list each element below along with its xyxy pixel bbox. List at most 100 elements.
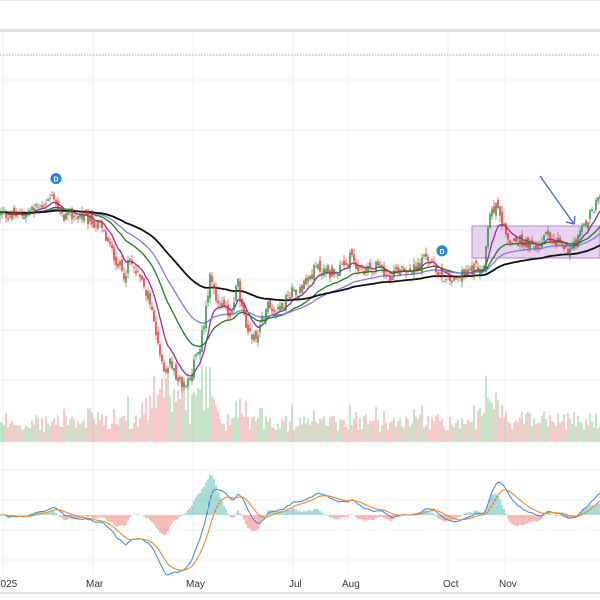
candle-body[interactable] <box>241 298 243 307</box>
candle-body[interactable] <box>57 200 59 209</box>
candle-body[interactable] <box>557 238 559 242</box>
candle-body[interactable] <box>191 374 193 382</box>
candle-body[interactable] <box>343 260 345 266</box>
candle-body[interactable] <box>81 211 83 220</box>
candle-body[interactable] <box>425 253 427 257</box>
candle-body[interactable] <box>249 328 251 332</box>
candle-body[interactable] <box>93 221 95 228</box>
candle-body[interactable] <box>431 259 433 261</box>
candle-body[interactable] <box>213 283 215 289</box>
candle-body[interactable] <box>39 205 41 206</box>
candle-body[interactable] <box>487 227 489 247</box>
candle-body[interactable] <box>163 362 165 372</box>
candle-body[interactable] <box>247 324 249 332</box>
candle-body[interactable] <box>571 247 573 250</box>
candle-body[interactable] <box>471 265 473 275</box>
candle-body[interactable] <box>377 261 379 266</box>
candle-body[interactable] <box>267 301 269 312</box>
candle-body[interactable] <box>489 213 491 228</box>
candle-body[interactable] <box>287 295 289 296</box>
candle-body[interactable] <box>539 245 541 247</box>
candle-body[interactable] <box>455 278 457 280</box>
candle-body[interactable] <box>555 241 557 246</box>
candle-body[interactable] <box>215 286 217 301</box>
candle-body[interactable] <box>553 239 555 244</box>
candle-body[interactable] <box>209 274 211 299</box>
candle-body[interactable] <box>351 249 353 256</box>
candle-body[interactable] <box>291 287 293 298</box>
candle-body[interactable] <box>347 264 349 266</box>
price-chart[interactable]: D D 2025 Mar May Jul Aug Oct Nov <box>0 0 600 600</box>
candle-body[interactable] <box>71 208 73 219</box>
candle-body[interactable] <box>563 246 565 250</box>
candle-body[interactable] <box>551 239 553 241</box>
candle-body[interactable] <box>513 238 515 241</box>
candle-body[interactable] <box>285 295 287 311</box>
candle-body[interactable] <box>159 344 161 355</box>
candle-body[interactable] <box>95 225 97 227</box>
candle-body[interactable] <box>409 268 411 272</box>
candle-body[interactable] <box>327 265 329 273</box>
candle-body[interactable] <box>143 278 145 288</box>
candle-body[interactable] <box>0 212 1 216</box>
candle-body[interactable] <box>227 304 229 316</box>
candle-body[interactable] <box>399 269 401 275</box>
candle-body[interactable] <box>323 268 325 276</box>
candle-body[interactable] <box>185 386 187 387</box>
candle-body[interactable] <box>359 266 361 268</box>
candle-body[interactable] <box>429 261 431 263</box>
candle-body[interactable] <box>297 295 299 299</box>
candle-body[interactable] <box>107 237 109 242</box>
candle-body[interactable] <box>201 329 203 353</box>
candle-body[interactable] <box>171 361 173 369</box>
candle-body[interactable] <box>35 204 37 207</box>
candle-body[interactable] <box>11 211 13 220</box>
candle-body[interactable] <box>207 295 209 303</box>
candle-body[interactable] <box>307 277 309 282</box>
candle-body[interactable] <box>439 272 441 275</box>
candle-body[interactable] <box>361 267 363 269</box>
candle-body[interactable] <box>475 260 477 264</box>
candle-body[interactable] <box>137 270 139 272</box>
candle-body[interactable] <box>63 214 65 221</box>
candle-body[interactable] <box>441 269 443 278</box>
candle-body[interactable] <box>401 266 403 268</box>
candle-body[interactable] <box>523 241 525 247</box>
candle-body[interactable] <box>211 275 213 282</box>
candle-body[interactable] <box>549 232 551 241</box>
candle-body[interactable] <box>417 262 419 271</box>
candle-body[interactable] <box>413 264 415 275</box>
candle-body[interactable] <box>515 236 517 242</box>
candle-body[interactable] <box>1 212 3 215</box>
candle-body[interactable] <box>321 273 323 275</box>
candle-body[interactable] <box>367 266 369 272</box>
candle-body[interactable] <box>505 223 507 235</box>
candle-body[interactable] <box>375 261 377 273</box>
candle-body[interactable] <box>257 335 259 343</box>
candle-body[interactable] <box>493 206 495 213</box>
candle-body[interactable] <box>531 240 533 243</box>
candle-body[interactable] <box>329 270 331 278</box>
candle-body[interactable] <box>341 263 343 265</box>
candle-body[interactable] <box>181 377 183 387</box>
candle-body[interactable] <box>275 312 277 314</box>
candle-body[interactable] <box>585 220 587 226</box>
candle-body[interactable] <box>595 199 597 211</box>
candle-body[interactable] <box>169 358 171 365</box>
candle-body[interactable] <box>311 274 313 279</box>
candle-body[interactable] <box>317 264 319 270</box>
candle-body[interactable] <box>7 218 9 220</box>
candle-body[interactable] <box>223 299 225 307</box>
candle-body[interactable] <box>353 254 355 262</box>
arrow-annotation[interactable] <box>539 175 575 225</box>
candle-body[interactable] <box>411 272 413 274</box>
candle-body[interactable] <box>101 220 103 228</box>
candle-body[interactable] <box>293 289 295 292</box>
candle-body[interactable] <box>357 265 359 272</box>
candle-body[interactable] <box>59 210 61 213</box>
candle-body[interactable] <box>131 260 133 264</box>
candle-body[interactable] <box>501 211 503 227</box>
candle-body[interactable] <box>165 369 167 373</box>
candle-body[interactable] <box>235 285 237 301</box>
candle-body[interactable] <box>205 305 207 329</box>
